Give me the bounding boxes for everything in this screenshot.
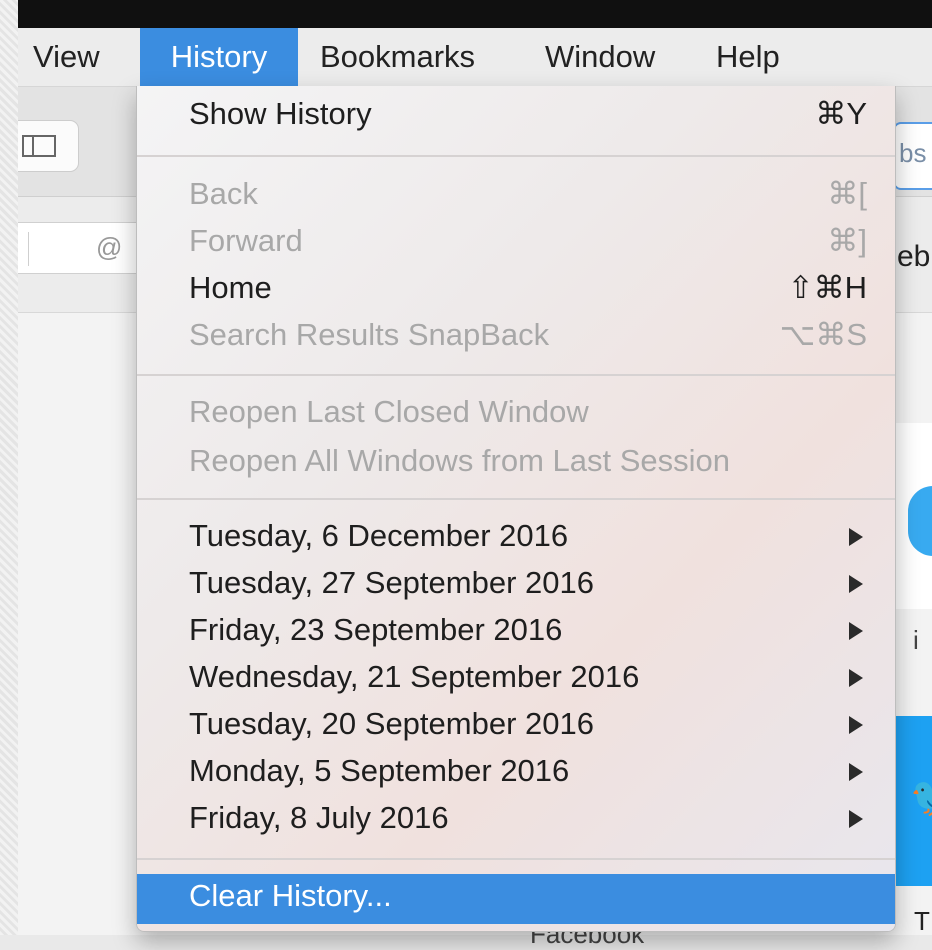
forward-item[interactable]: Forward ⌘] [137,219,895,267]
menu-separator [137,858,895,860]
reopen-last-window-label: Reopen Last Closed Window [189,394,589,429]
history-date-label: Monday, 5 September 2016 [189,753,570,788]
clear-history-item[interactable]: Clear History... [137,874,895,924]
menu-help-label: Help [716,39,780,74]
history-date-label: Tuesday, 20 September 2016 [189,706,594,741]
clear-history-label: Clear History... [189,878,392,913]
menu-view[interactable]: View [33,28,133,86]
menu-bookmarks[interactable]: Bookmarks [320,28,510,86]
snapback-shortcut: ⌥⌘S [779,317,867,352]
history-date-item[interactable]: Tuesday, 20 September 2016 [137,702,895,750]
history-date-item[interactable]: Tuesday, 6 December 2016 [137,514,895,562]
address-divider [28,232,29,266]
show-history-label: Show History [189,96,372,131]
history-date-label: Wednesday, 21 September 2016 [189,659,640,694]
submenu-arrow-icon [849,622,863,640]
show-history-item[interactable]: Show History ⌘Y [137,92,895,140]
home-shortcut: ⇧⌘H [787,270,867,305]
page-text-fragment: eb [897,240,931,273]
submenu-arrow-icon [849,528,863,546]
menu-bar: View History Bookmarks Window Help [18,28,932,87]
menu-history[interactable]: History [140,28,298,86]
background-tab[interactable]: bs [893,122,932,190]
sidebar-toggle-button[interactable] [18,120,79,172]
show-history-shortcut: ⌘Y [815,96,867,131]
menu-view-label: View [33,39,100,74]
history-date-label: Friday, 8 July 2016 [189,800,449,835]
snapback-label: Search Results SnapBack [189,317,550,352]
history-date-item[interactable]: Wednesday, 21 September 2016 [137,655,895,703]
menu-separator [137,498,895,500]
home-item[interactable]: Home ⇧⌘H [137,266,895,314]
submenu-arrow-icon [849,810,863,828]
tile-text-fragment: i [913,625,919,655]
home-label: Home [189,270,272,305]
menu-window[interactable]: Window [545,28,685,86]
tab-text-fragment: bs [899,138,927,168]
menu-separator [137,155,895,157]
snapback-item[interactable]: Search Results SnapBack ⌥⌘S [137,313,895,361]
reopen-last-window-item[interactable]: Reopen Last Closed Window [137,390,895,438]
sidebar-icon [22,135,56,157]
submenu-arrow-icon [849,763,863,781]
tile-text-fragment-t: T [914,906,930,936]
history-date-label: Friday, 23 September 2016 [189,612,563,647]
address-at-symbol: @ [96,232,123,262]
menu-separator [137,374,895,376]
back-label: Back [189,176,258,211]
history-date-item[interactable]: Monday, 5 September 2016 [137,749,895,797]
reopen-all-windows-label: Reopen All Windows from Last Session [189,443,731,478]
history-date-label: Tuesday, 27 September 2016 [189,565,594,600]
history-date-label: Tuesday, 6 December 2016 [189,518,569,553]
screen-top-bar [18,0,932,28]
forward-shortcut: ⌘] [827,223,867,258]
back-shortcut: ⌘[ [827,176,867,211]
submenu-arrow-icon [849,716,863,734]
menu-help[interactable]: Help [716,28,796,86]
forward-label: Forward [189,223,303,258]
menu-window-label: Window [545,39,656,74]
back-item[interactable]: Back ⌘[ [137,172,895,220]
reopen-all-windows-item[interactable]: Reopen All Windows from Last Session [137,439,895,487]
submenu-arrow-icon [849,669,863,687]
history-menu: Show History ⌘Y Back ⌘[ Forward ⌘] Home … [136,86,896,932]
submenu-arrow-icon [849,575,863,593]
window-frame-edge [0,0,18,935]
menu-bookmarks-label: Bookmarks [320,39,476,74]
twitter-bird-icon: 🐦 [910,776,932,820]
history-date-item[interactable]: Tuesday, 27 September 2016 [137,561,895,609]
menu-history-label: History [170,39,268,74]
history-date-item[interactable]: Friday, 23 September 2016 [137,608,895,656]
history-date-item[interactable]: Friday, 8 July 2016 [137,796,895,844]
